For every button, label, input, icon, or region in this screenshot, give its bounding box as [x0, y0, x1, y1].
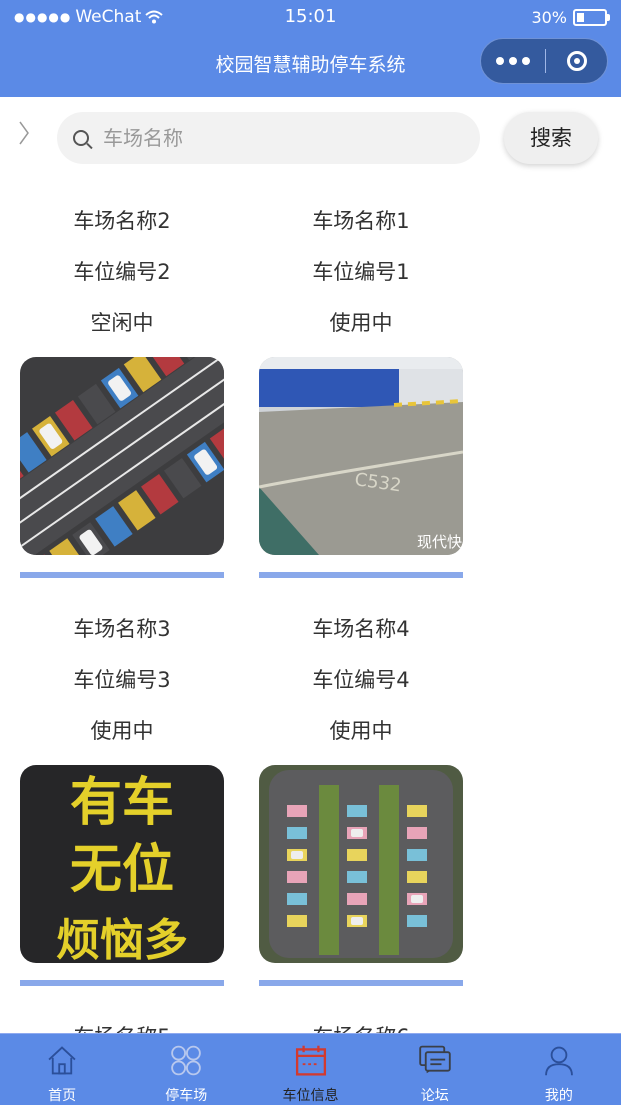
close-circle-icon — [566, 51, 587, 71]
watermark-text: 现代快 — [417, 533, 462, 551]
mini-program-capsule — [480, 38, 608, 84]
lot-name: 车场名称4 — [312, 617, 410, 641]
calendar-icon — [295, 1045, 326, 1076]
search-button[interactable]: 搜索 — [504, 112, 598, 164]
poster-text-line: 无位 — [70, 840, 174, 900]
tab-forum[interactable]: 论坛 — [373, 1034, 497, 1105]
space-status: 空闲中 — [90, 311, 154, 335]
tab-label: 首页 — [48, 1088, 77, 1104]
tab-label: 论坛 — [420, 1088, 449, 1104]
space-status: 使用中 — [90, 719, 154, 743]
card-accent-bar — [259, 572, 463, 578]
space-number: 车位编号1 — [312, 260, 410, 284]
lot-name: 车场名称3 — [73, 617, 171, 641]
clock: 15:01 — [284, 6, 337, 27]
poster-text-line: 烦恼多 — [56, 915, 188, 963]
card-accent-bar — [20, 980, 224, 986]
lot-name: 车场名称2 — [73, 209, 171, 233]
tab-parking-lots[interactable]: 停车场 — [124, 1034, 248, 1105]
parking-card[interactable]: 车场名称4 车位编号4 使用中 — [259, 604, 463, 986]
user-icon — [545, 1046, 573, 1076]
top-bar: ●●●●● WeChat 15:01 30% 校园智慧辅助停车系统 — [0, 0, 621, 97]
chat-icon — [418, 1045, 451, 1074]
parking-card[interactable]: 车场名称3 车位编号3 使用中 有车 无位 烦恼多 — [20, 604, 224, 986]
search-input[interactable] — [101, 125, 445, 151]
space-status: 使用中 — [329, 719, 393, 743]
tab-label: 我的 — [544, 1088, 573, 1104]
battery-icon — [573, 9, 610, 26]
space-number: 车位编号4 — [312, 668, 410, 692]
parking-photo[interactable] — [259, 765, 463, 963]
parking-photo[interactable]: C532 现代快 — [259, 357, 463, 555]
card-accent-bar — [259, 980, 463, 986]
chevron-right-icon[interactable] — [18, 120, 36, 150]
lot-name: 车场名称1 — [312, 209, 410, 233]
grid-icon — [171, 1045, 202, 1076]
home-icon — [48, 1046, 76, 1075]
battery-status: 30% — [531, 8, 610, 27]
space-number: 车位编号3 — [73, 668, 171, 692]
tab-space-info[interactable]: 车位信息 — [248, 1034, 372, 1105]
status-bar: ●●●●● WeChat 15:01 30% — [0, 0, 621, 34]
space-number: 车位编号2 — [73, 260, 171, 284]
tab-bar: 首页 停车场 车位信息 论坛 我的 — [0, 1033, 621, 1105]
tab-label: 车位信息 — [282, 1088, 339, 1104]
battery-label: 30% — [531, 8, 567, 27]
search-box — [57, 112, 480, 164]
poster-text-line: 有车 — [70, 773, 174, 833]
parking-card[interactable]: 车场名称2 车位编号2 空闲中 — [20, 196, 224, 578]
parking-card[interactable]: 车场名称1 车位编号1 使用中 C532 现代快 — [259, 196, 463, 578]
tab-home[interactable]: 首页 — [0, 1034, 124, 1105]
tab-label: 停车场 — [165, 1088, 208, 1104]
parking-photo[interactable]: 有车 无位 烦恼多 — [20, 765, 224, 963]
card-accent-bar — [20, 572, 224, 578]
space-status: 使用中 — [329, 311, 393, 335]
parking-photo[interactable] — [20, 357, 224, 555]
search-icon — [73, 130, 89, 146]
more-icon[interactable] — [481, 57, 545, 65]
tab-profile[interactable]: 我的 — [497, 1034, 621, 1105]
close-button[interactable] — [546, 51, 607, 71]
